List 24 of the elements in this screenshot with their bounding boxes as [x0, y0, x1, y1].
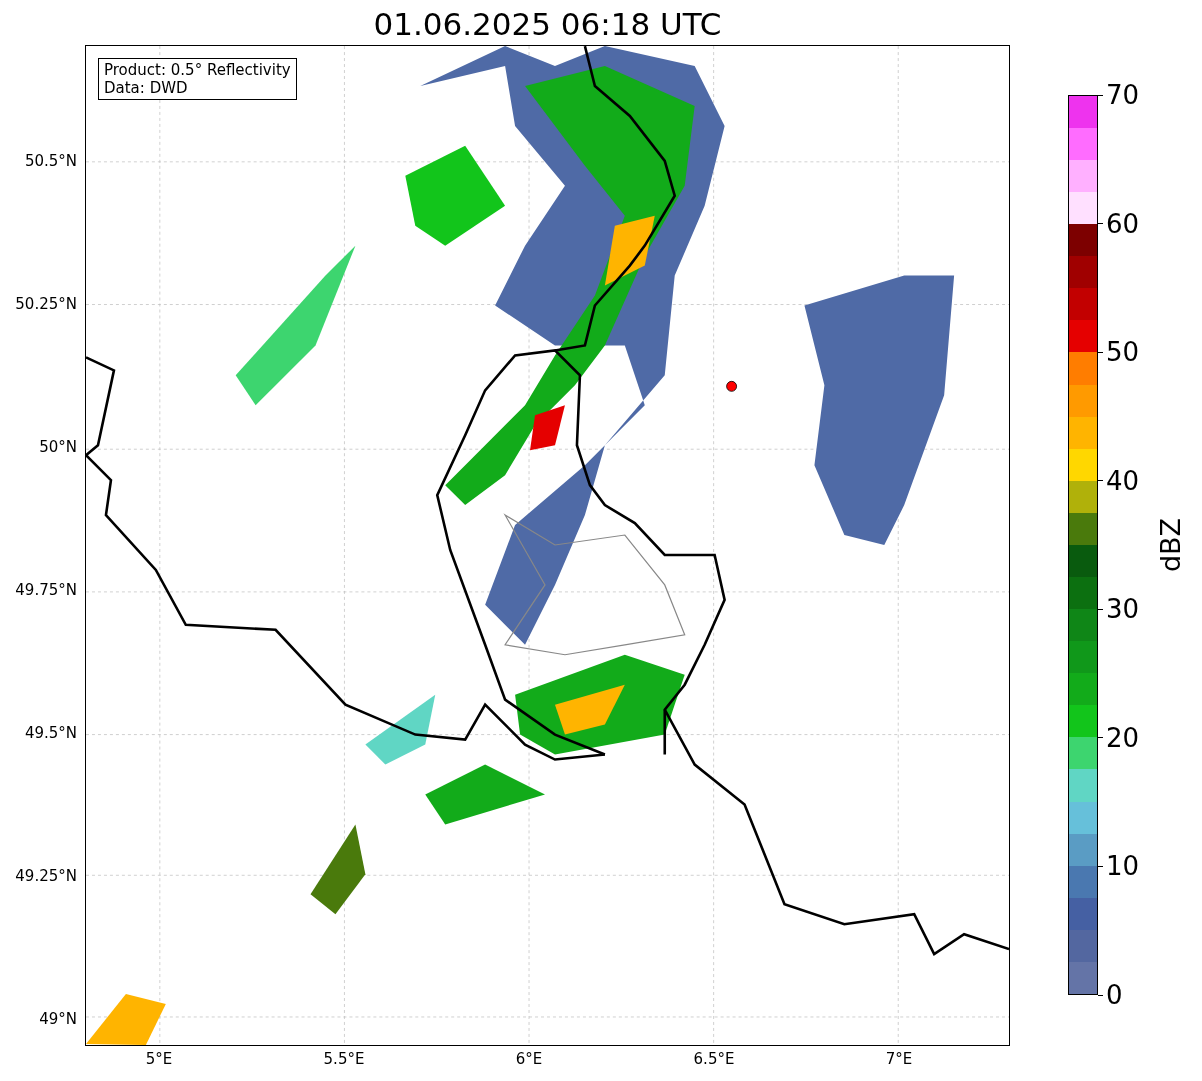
axis-tick-label: 50.5°N — [24, 152, 77, 170]
colorbar-label: dBZ — [1154, 517, 1186, 573]
colorbar-tick-label: 20 — [1106, 724, 1140, 751]
legend-text: Product: 0.5° Reflectivity — [104, 61, 291, 79]
colorbar-tick-label: 50 — [1106, 339, 1140, 366]
chart-title: 01.06.2025 06:18 UTC — [373, 5, 722, 43]
colorbar-tick-label: 10 — [1106, 853, 1140, 880]
axis-tick-label: 50.25°N — [15, 295, 77, 313]
axis-tick-label: 7°E — [885, 1050, 913, 1068]
colorbar-tick-label: 70 — [1106, 82, 1140, 108]
axis-tick-label: 49.75°N — [15, 581, 77, 599]
axis-tick-label: 6°E — [515, 1050, 543, 1068]
axis-tick-label: 6.5°E — [693, 1050, 735, 1068]
colorbar-tick-label: 30 — [1106, 596, 1140, 623]
axis-tick-label: 50°N — [39, 438, 77, 456]
colorbar-tick-label: 40 — [1106, 467, 1140, 494]
colorbar-tick-label: 0 — [1106, 982, 1123, 1008]
axis-tick-label: 5°E — [145, 1050, 173, 1068]
colorbar-tick-label: 60 — [1106, 210, 1140, 237]
axis-tick-label: 49.25°N — [15, 867, 77, 885]
axis-tick-label: 49.5°N — [24, 724, 77, 742]
legend-text: Data: DWD — [104, 79, 189, 97]
axis-tick-label: 5.5°E — [323, 1050, 365, 1068]
axis-tick-label: 49°N — [39, 1010, 77, 1028]
